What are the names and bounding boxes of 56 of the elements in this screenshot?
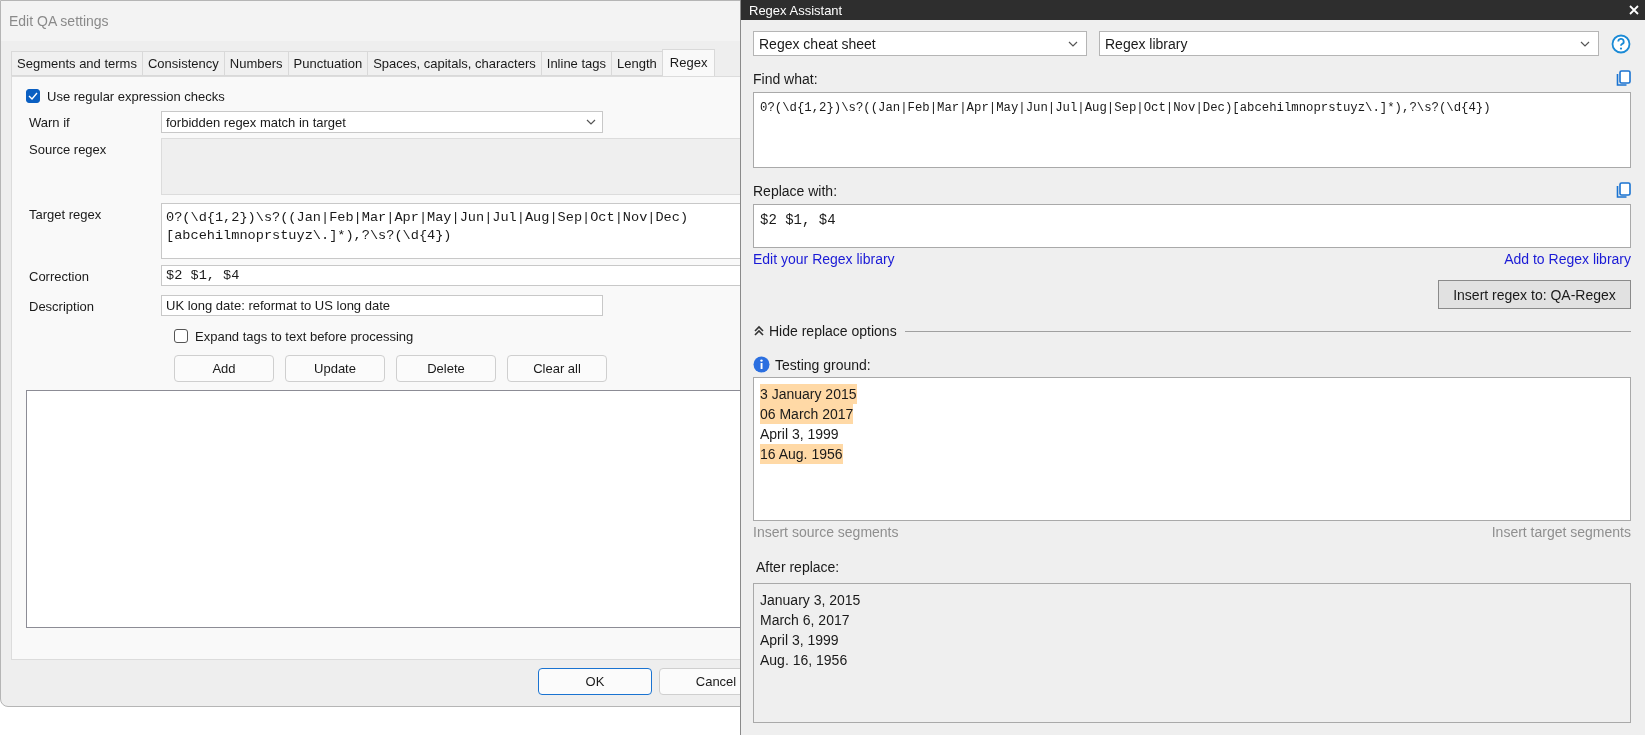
tab[interactable]: Inline tags <box>540 51 613 76</box>
field-label: Replace with: <box>753 182 838 199</box>
checkbox[interactable] <box>174 329 188 343</box>
field-label: Warn if <box>28 114 71 130</box>
caret-icon <box>586 119 596 125</box>
window-title: Regex Assistant <box>749 2 843 18</box>
correction-field[interactable]: $2 $1, $4 <box>161 265 740 286</box>
tab[interactable]: Segments and terms <box>11 51 143 76</box>
checkbox-label: Use regular expression checks <box>47 88 225 104</box>
insert-regex-button[interactable]: Insert regex to: QA-Regex <box>1438 280 1631 309</box>
tab[interactable]: Numbers <box>223 51 289 76</box>
help-icon[interactable] <box>1611 33 1631 54</box>
tab[interactable]: Spaces, capitals, characters <box>367 51 542 76</box>
target-regex-field[interactable]: 0?(\d{1,2})\s?((Jan|Feb|Mar|Apr|May|Jun|Jul|Aug|Sep|Oct|Nov|Dec)[abcehilmnoprstuyz\.]*),?\s?(\d{4}) <box>161 203 740 259</box>
copy-icon[interactable] <box>1616 182 1631 199</box>
replace-options-toggle[interactable]: Hide replace options <box>753 323 897 339</box>
checkbox[interactable] <box>26 89 40 103</box>
field-label: After replace: <box>756 559 840 575</box>
action-button[interactable]: Add <box>174 355 274 382</box>
tab[interactable]: Consistency <box>141 51 225 76</box>
action-button[interactable]: Update <box>285 355 385 382</box>
field-label: Testing ground: <box>775 356 871 373</box>
dialog-button[interactable]: Cancel <box>659 668 740 695</box>
result-line: April 3, 1999 <box>760 631 839 650</box>
field-label: Correction <box>28 268 90 284</box>
window-title: Edit QA settings <box>9 13 109 29</box>
edit-library-link[interactable]: Edit your Regex library <box>753 251 895 267</box>
info-icon <box>753 356 770 373</box>
close-icon[interactable] <box>1629 5 1639 15</box>
chevron-icon <box>753 325 765 337</box>
replace-with-field[interactable]: $2 $1, $4 <box>753 204 1631 248</box>
tab[interactable]: Punctuation <box>287 51 369 76</box>
find-what-field[interactable]: 0?(\d{1,2})\s?((Jan|Feb|Mar|Apr|May|Jun|Jul|Aug|Sep|Oct|Nov|Dec)[abcehilmnoprstuyz\.]*),?\s?(\d{4}) <box>753 92 1631 168</box>
copy-icon[interactable] <box>1616 70 1631 87</box>
field-label: Target regex <box>28 206 103 222</box>
field-label: Description <box>28 298 96 314</box>
tab[interactable]: Regex <box>661 49 716 76</box>
tab[interactable]: Length <box>611 51 663 76</box>
description-field[interactable]: UK long date: reformat to US long date <box>161 295 603 316</box>
dialog-button[interactable]: OK <box>538 668 652 695</box>
caret-icon <box>1068 40 1078 47</box>
warn-if-dropdown[interactable]: forbidden regex match in target <box>161 111 603 133</box>
checkbox-label: Expand tags to text before processing <box>195 328 414 344</box>
cheat-sheet-dropdown[interactable]: Regex cheat sheet <box>753 31 1087 56</box>
result-line: Aug. 16, 1956 <box>760 651 848 670</box>
result-line: January 3, 2015 <box>760 591 861 610</box>
action-button[interactable]: Delete <box>396 355 496 382</box>
field-label: Find what: <box>753 70 818 87</box>
library-dropdown[interactable]: Regex library <box>1099 31 1599 56</box>
add-library-link[interactable]: Add to Regex library <box>1504 251 1631 267</box>
result-line: March 6, 2017 <box>760 611 850 630</box>
testing-ground-field[interactable]: 3 January 2015 06 March 2017 April 3, 1999 16 Aug. 1956 <box>753 377 1631 521</box>
action-button[interactable]: Clear all <box>507 355 607 382</box>
test-line: April 3, 1999 <box>760 425 839 444</box>
field-label: Source regex <box>28 141 108 157</box>
caret-icon <box>1580 40 1590 47</box>
